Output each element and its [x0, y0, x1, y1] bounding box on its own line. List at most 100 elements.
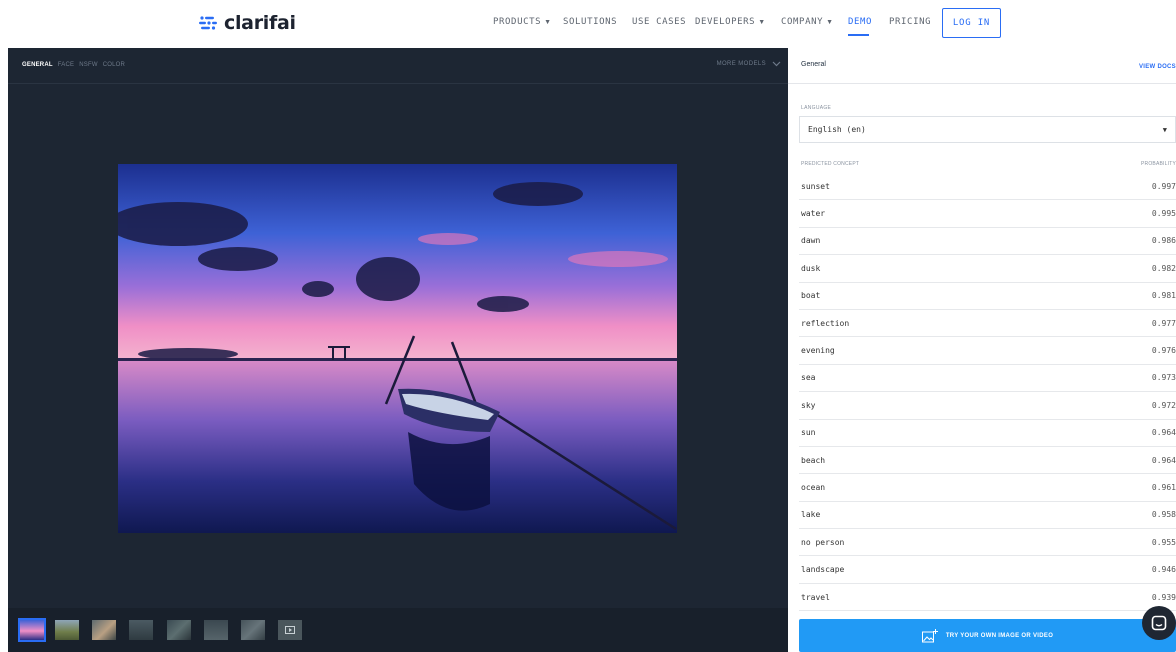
nav-company[interactable]: COMPANY ▼	[781, 17, 833, 27]
thumbnail-object[interactable]	[129, 620, 153, 640]
concept-row: reflection 0.977	[799, 310, 1176, 338]
concept-probability: 0.961	[1151, 482, 1176, 492]
thumbnail-food[interactable]	[241, 620, 265, 640]
probability-header: PROBABILITY	[1141, 161, 1176, 167]
concept-probability: 0.973	[1151, 373, 1176, 383]
concept-probability: 0.955	[1151, 537, 1176, 547]
concept-probability: 0.939	[1151, 592, 1176, 602]
concept-row: travel 0.939	[799, 584, 1176, 612]
nav-solutions-label: SOLUTIONS	[563, 17, 618, 27]
login-button[interactable]: LOG IN	[942, 8, 1001, 38]
top-navigation: clarifai PRODUCTS ▼ SOLUTIONS USE CASES D…	[0, 0, 1176, 48]
concept-name: evening	[801, 346, 835, 356]
nav-pricing[interactable]: PRICING	[889, 17, 931, 27]
nav-products[interactable]: PRODUCTS ▼	[493, 17, 551, 27]
thumbnail-sunset[interactable]	[18, 618, 46, 642]
concept-name: boat	[801, 291, 821, 301]
clarifai-logo-icon	[199, 16, 217, 30]
results-panel: General VIEW DOCS LANGUAGE English (en) …	[788, 48, 1176, 652]
example-thumbnails	[8, 608, 788, 652]
language-select-value: English (en)	[808, 125, 866, 134]
concept-name: sun	[801, 428, 816, 438]
tab-general[interactable]: GENERAL	[22, 62, 53, 68]
concept-row: landscape 0.946	[799, 556, 1176, 584]
more-models-label: MORE MODELS	[716, 61, 766, 67]
chat-widget-button[interactable]	[1142, 606, 1176, 640]
concept-name: beach	[801, 455, 826, 465]
thumbnail-video[interactable]	[278, 620, 302, 640]
try-button-label: TRY YOUR OWN IMAGE OR VIDEO	[945, 632, 1054, 639]
chevron-down-icon: ▼	[826, 18, 834, 26]
concept-name: sunset	[801, 181, 830, 191]
concept-probability: 0.964	[1151, 455, 1176, 465]
concept-name: travel	[801, 592, 830, 602]
model-tabs: GENERAL FACE NSFW COLOR	[22, 62, 125, 68]
more-models-dropdown[interactable]: MORE MODELS	[717, 61, 781, 67]
add-image-icon	[921, 628, 938, 642]
nav-company-label: COMPANY	[781, 17, 824, 27]
clarifai-logo[interactable]: clarifai	[198, 12, 296, 34]
concept-probability: 0.995	[1151, 209, 1176, 219]
nav-use-cases-label: USE CASES	[632, 17, 687, 27]
nav-demo-label: DEMO	[848, 17, 873, 27]
tab-color[interactable]: COLOR	[103, 62, 125, 68]
concept-row: no person 0.955	[799, 529, 1176, 557]
nav-developers[interactable]: DEVELOPERS ▼	[695, 17, 765, 27]
concept-name: sea	[801, 373, 816, 383]
thumbnail-field[interactable]	[55, 620, 79, 640]
concept-probability: 0.958	[1151, 510, 1176, 520]
chat-icon	[1151, 615, 1167, 631]
concept-row: dawn 0.986	[799, 228, 1176, 256]
concept-row: sky 0.972	[799, 392, 1176, 420]
concept-row: boat 0.981	[799, 283, 1176, 310]
chevron-down-icon: ▼	[758, 18, 766, 26]
results-header: General VIEW DOCS	[788, 48, 1176, 84]
predicted-concept-header: PREDICTED CONCEPT	[801, 161, 860, 167]
concept-probability: 0.946	[1151, 565, 1176, 575]
concept-row: beach 0.964	[799, 447, 1176, 475]
language-label: LANGUAGE	[801, 105, 832, 111]
try-your-own-image-button[interactable]: TRY YOUR OWN IMAGE OR VIDEO	[799, 619, 1176, 652]
nav-demo[interactable]: DEMO	[848, 17, 872, 27]
concept-list: sunset 0.997 water 0.995 dawn 0.986 dusk 0.9…	[799, 173, 1176, 612]
view-docs-link[interactable]: VIEW DOCS	[1139, 64, 1176, 70]
concept-probability: 0.972	[1151, 400, 1176, 410]
language-select[interactable]: English (en) ▼	[799, 116, 1176, 143]
model-title: General	[801, 61, 826, 68]
model-toolbar: GENERAL FACE NSFW COLOR MORE MODELS	[8, 48, 788, 84]
concept-row: water 0.995	[799, 200, 1176, 228]
concept-probability: 0.981	[1151, 291, 1176, 301]
concept-name: no person	[801, 537, 845, 547]
concept-row: sun 0.964	[799, 420, 1176, 447]
active-nav-indicator	[848, 34, 869, 36]
concept-name: sky	[801, 400, 816, 410]
concept-row: lake 0.958	[799, 502, 1176, 530]
nav-use-cases[interactable]: USE CASES	[632, 17, 686, 27]
concept-row: sunset 0.997	[799, 173, 1176, 201]
concept-name: landscape	[801, 565, 845, 575]
concept-name: dawn	[801, 236, 821, 246]
play-icon	[285, 626, 295, 634]
tab-face[interactable]: FACE	[58, 62, 74, 68]
image-viewer-pane: GENERAL FACE NSFW COLOR MORE MODELS	[8, 48, 788, 652]
concept-probability: 0.976	[1151, 346, 1176, 356]
concept-name: lake	[801, 510, 821, 520]
concept-row: dusk 0.982	[799, 255, 1176, 283]
chevron-down-icon: ▼	[544, 18, 552, 26]
thumbnail-portrait[interactable]	[92, 620, 116, 640]
concept-row: evening 0.976	[799, 337, 1176, 365]
concept-probability: 0.964	[1151, 428, 1176, 438]
concept-row: sea 0.973	[799, 365, 1176, 393]
chevron-down-icon	[772, 61, 781, 67]
tab-nsfw[interactable]: NSFW	[79, 62, 97, 68]
concept-probability: 0.977	[1151, 318, 1176, 328]
concept-probability: 0.986	[1151, 236, 1176, 246]
nav-developers-label: DEVELOPERS	[695, 17, 756, 27]
concept-name: reflection	[801, 318, 850, 328]
concept-probability: 0.982	[1151, 263, 1176, 273]
nav-solutions[interactable]: SOLUTIONS	[563, 17, 617, 27]
concept-probability: 0.997	[1151, 181, 1176, 191]
thumbnail-people[interactable]	[204, 620, 228, 640]
brand-name: clarifai	[224, 12, 296, 34]
thumbnail-scene[interactable]	[167, 620, 191, 640]
